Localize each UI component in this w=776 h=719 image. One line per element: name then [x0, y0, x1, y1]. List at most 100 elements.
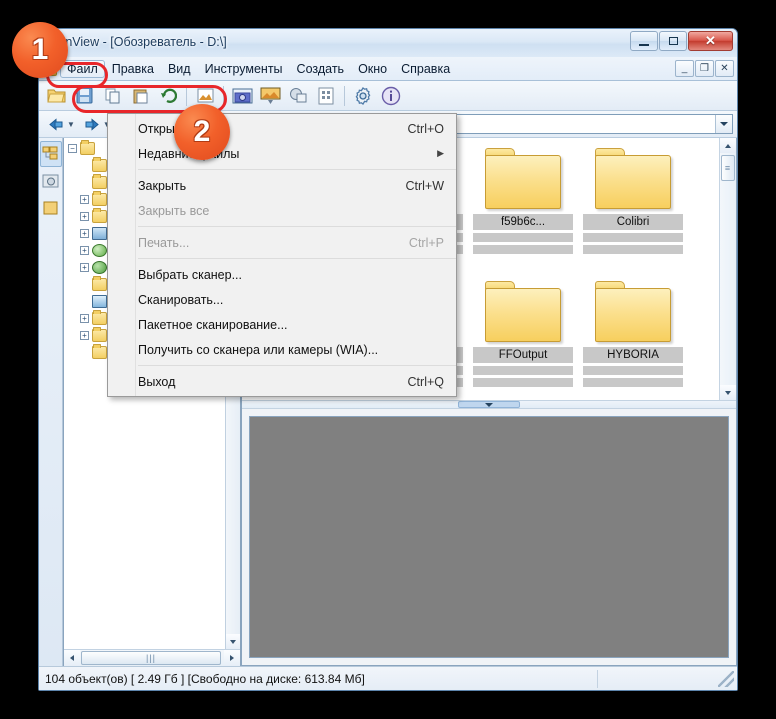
folder-icon: [80, 140, 95, 155]
pane-splitter[interactable]: [242, 400, 736, 409]
menu-item-view[interactable]: Вид: [161, 60, 198, 78]
save-icon[interactable]: [71, 83, 97, 108]
menu-item-edit[interactable]: Правка: [105, 60, 161, 78]
expand-icon[interactable]: +: [80, 314, 89, 323]
thumbnails-vertical-scrollbar[interactable]: ≡: [719, 138, 736, 400]
tree-scroll-left-button[interactable]: [64, 650, 80, 666]
menu-item-window[interactable]: Окно: [351, 60, 394, 78]
menu-item[interactable]: Выбрать сканер...: [108, 262, 456, 287]
thumbs-scroll-up-button[interactable]: [720, 138, 736, 153]
tree-hscroll-thumb[interactable]: |||: [81, 651, 221, 665]
maximize-button[interactable]: [659, 31, 687, 51]
menu-item[interactable]: Недавние файлы▶: [108, 141, 456, 166]
address-dropdown-button[interactable]: [715, 115, 732, 133]
status-bar: 104 объект(ов) [ 2.49 Гб ] [Свободно на …: [39, 666, 737, 690]
paste-icon[interactable]: [127, 83, 153, 108]
expand-icon[interactable]: +: [80, 263, 89, 272]
net-icon: [92, 261, 107, 274]
thumbnail-meta-bar: [583, 233, 683, 242]
folder-tree-tab[interactable]: [39, 141, 62, 167]
menu-item-label: Получить со сканера или камеры (WIA)...: [138, 342, 379, 357]
menu-item-label: Закрыть все: [138, 203, 210, 218]
menu-item-label: Сканировать...: [138, 292, 224, 307]
tree-scroll-right-button[interactable]: [224, 650, 240, 666]
menu-item[interactable]: Закрыть Ctrl+W: [108, 173, 456, 198]
menu-item[interactable]: Получить со сканера или камеры (WIA)...: [108, 337, 456, 362]
minimize-icon: [639, 43, 649, 46]
minimize-button[interactable]: [630, 31, 658, 51]
info-icon[interactable]: [378, 83, 404, 108]
open-folder-icon[interactable]: [43, 83, 69, 108]
expand-icon[interactable]: +: [80, 246, 89, 255]
maximize-icon: [668, 37, 678, 45]
menu-item-file[interactable]: Файл: [60, 60, 105, 78]
caret-up-icon: [725, 143, 731, 148]
folder-icon: [92, 310, 107, 325]
menu-item[interactable]: Сканировать...: [108, 287, 456, 312]
god-icon: [92, 295, 107, 308]
resize-grip-icon[interactable]: [718, 670, 734, 687]
mdi-restore-button[interactable]: ❐: [695, 60, 714, 77]
thumbnail-item[interactable]: FFOutput: [468, 277, 578, 400]
caret-down-icon: [485, 402, 493, 407]
status-object-count: 104 объект(ов) [ 2.49 Гб ] [Свободно на …: [39, 669, 598, 688]
slideshow-icon[interactable]: [257, 83, 283, 108]
copy-icon[interactable]: [99, 83, 125, 108]
settings-gear-icon[interactable]: [350, 83, 376, 108]
forward-icon[interactable]: [79, 112, 105, 137]
toolbar-separator: [186, 85, 187, 106]
thumbnail-label: FFOutput: [473, 347, 573, 363]
submenu-arrow-icon: ▶: [437, 148, 444, 158]
thumbs-scroll-thumb[interactable]: ≡: [721, 155, 735, 181]
thumbnail-meta-bar: [583, 245, 683, 254]
menu-item: Печать... Ctrl+P: [108, 230, 456, 255]
title-bar: XnView - [Обозреватель - D:\] ✕: [39, 29, 737, 57]
splitter-handle[interactable]: [458, 401, 520, 408]
image-preview-pane[interactable]: [249, 416, 729, 658]
batch-convert-icon[interactable]: [285, 83, 311, 108]
tree-horizontal-scrollbar[interactable]: |||: [64, 649, 240, 666]
expand-icon[interactable]: +: [80, 229, 89, 238]
thumbnail-item[interactable]: f59b6c...: [468, 144, 578, 277]
expand-icon[interactable]: +: [80, 331, 89, 340]
menu-item[interactable]: Выход Ctrl+Q: [108, 369, 456, 394]
categories-tab[interactable]: [40, 195, 62, 221]
mdi-minimize-button[interactable]: _: [675, 60, 694, 77]
thumbnail-meta-bar: [473, 233, 573, 242]
thumbs-scroll-down-button[interactable]: [720, 385, 736, 400]
main-toolbar: [39, 81, 737, 111]
menu-item-help[interactable]: Справка: [394, 60, 457, 78]
menu-item-label: Выход: [138, 374, 176, 389]
mdi-close-button[interactable]: ✕: [715, 60, 734, 77]
close-button[interactable]: ✕: [688, 31, 733, 51]
tree-scroll-down-button[interactable]: [226, 634, 240, 649]
expand-icon[interactable]: +: [80, 212, 89, 221]
screen-capture-icon[interactable]: [229, 83, 255, 108]
contact-sheet-icon[interactable]: [313, 83, 339, 108]
mdi-child-controls: _ ❐ ✕: [674, 60, 734, 77]
menu-item[interactable]: Пакетное сканирование...: [108, 312, 456, 337]
menu-item-tools[interactable]: Инструменты: [198, 60, 290, 78]
thumbnail-meta-bar: [473, 366, 573, 375]
preview-tab[interactable]: [40, 168, 62, 194]
thumbnail-item[interactable]: Colibri: [578, 144, 688, 277]
menu-separator: [138, 258, 456, 259]
back-dropdown-icon[interactable]: ▼: [67, 120, 75, 129]
close-icon: ✕: [705, 33, 716, 48]
undo-icon[interactable]: [155, 83, 181, 108]
thumbnail-item[interactable]: HYBORIA: [578, 277, 688, 400]
menu-item: Закрыть все: [108, 198, 456, 223]
back-icon[interactable]: [43, 112, 69, 137]
collapse-icon[interactable]: −: [68, 144, 77, 153]
menu-item[interactable]: Открыть... Ctrl+O: [108, 116, 456, 141]
folder-icon: [92, 344, 107, 359]
menu-item-shortcut: Ctrl+Q: [407, 374, 444, 389]
menu-item-create[interactable]: Создать: [290, 60, 352, 78]
thumbnail-label: Colibri: [583, 214, 683, 230]
expand-icon[interactable]: +: [80, 195, 89, 204]
grip-icon: |||: [145, 653, 156, 663]
